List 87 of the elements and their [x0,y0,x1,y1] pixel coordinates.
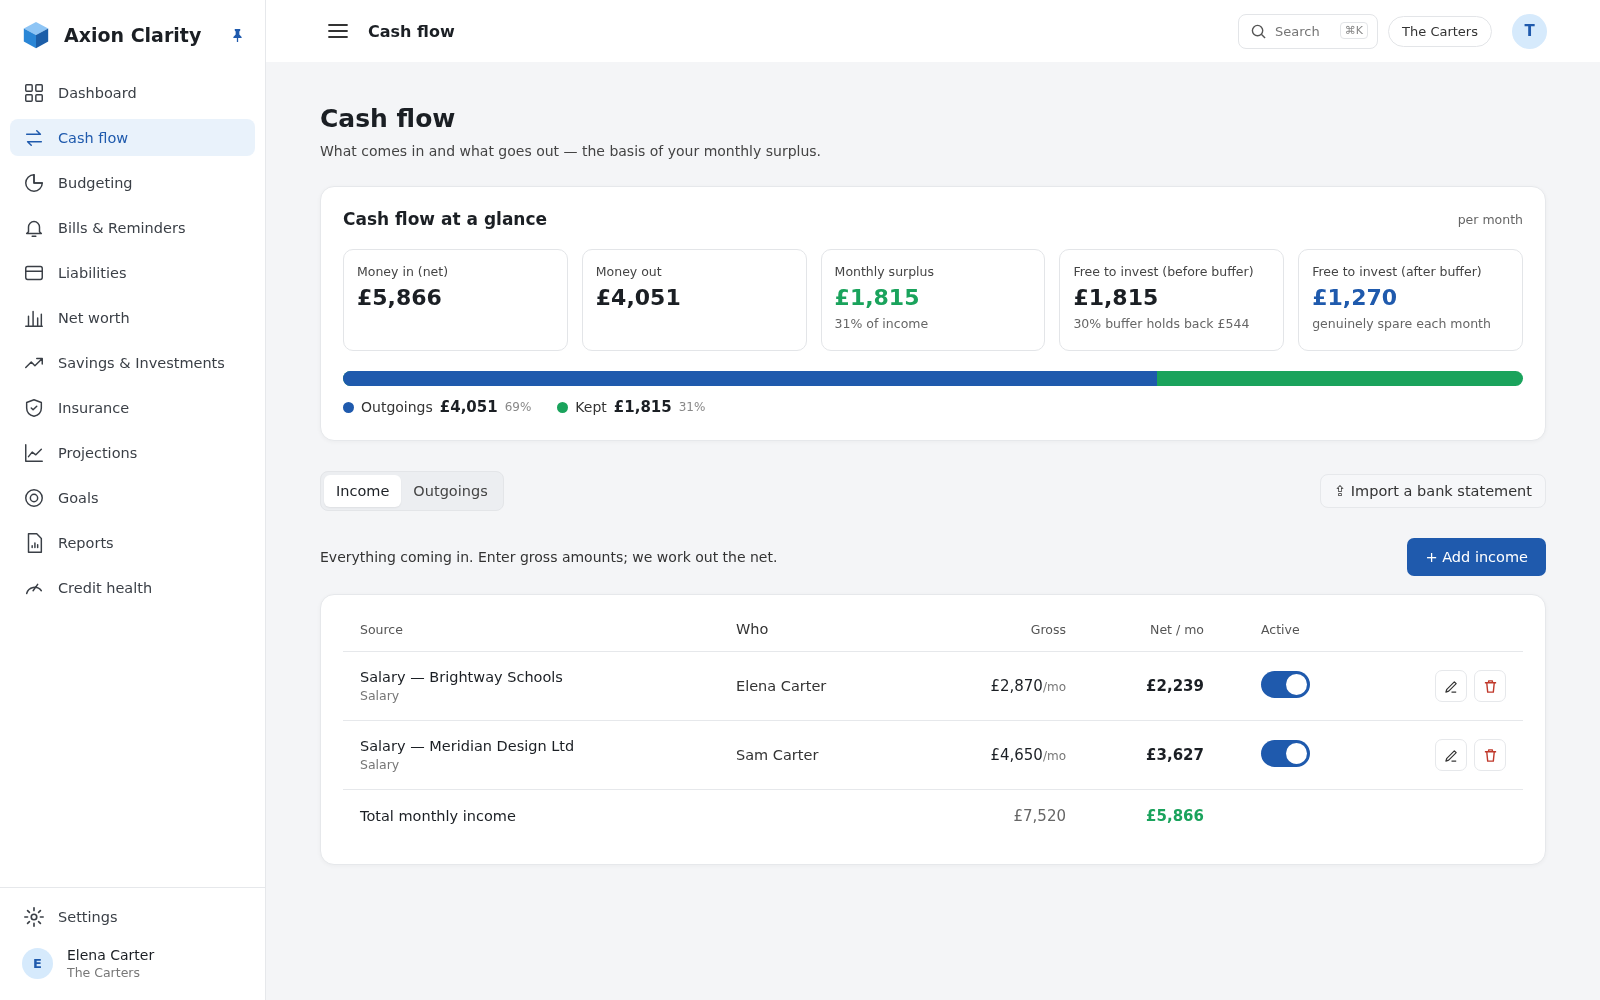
menu-icon[interactable] [328,23,348,39]
sidebar-item[interactable]: Reports [10,524,255,561]
grid-icon [23,81,45,104]
total-gross: £7,520 [1012,807,1066,825]
import-button[interactable]: ⇪ Import a bank statement [1320,474,1546,508]
sidebar-item[interactable]: Goals [10,479,255,516]
stat-note: 31% of income [834,316,930,331]
legend-label: Kept [575,399,607,415]
edit-button[interactable] [1435,670,1467,702]
pencil-icon [1443,747,1459,763]
source-type: Salary [360,688,400,703]
pie-chart-icon [23,171,45,194]
sidebar-item[interactable]: Budgeting [10,164,255,201]
net-amount: £2,239 [1145,677,1204,695]
sidebar-item[interactable]: Projections [10,434,255,471]
tab[interactable]: Income [324,475,402,507]
total-label: Total monthly income [360,808,517,824]
column-header: Source [360,621,404,637]
gross-amount: £4,650/mo [989,746,1066,764]
sidebar-item[interactable]: Liabilities [10,254,255,291]
sidebar-item[interactable]: Credit health [10,569,255,606]
column-header: Active [1260,621,1301,637]
stat-value: £1,815 [1073,285,1160,310]
household-name: The Carters [67,965,141,980]
gross-amount: £2,870/mo [989,677,1066,695]
stat-value: £5,866 [357,285,443,310]
page-subtitle: What comes in and what goes out — the basis of your monthly surplus. [320,143,823,159]
search-icon [1251,23,1267,39]
trash-icon [1482,678,1498,694]
active-toggle[interactable] [1261,739,1310,767]
legend-label: Outgoings [361,399,433,415]
column-header: Net / mo [1149,621,1204,637]
sidebar-item[interactable]: Savings & Investments [10,344,255,381]
column-header: Gross [1029,621,1066,637]
hint-text: Everything coming in. Enter gross amounts; we work out the net. [320,549,778,565]
edit-button[interactable] [1435,739,1467,771]
target-icon [23,486,45,509]
pin-icon[interactable] [232,28,243,42]
pencil-icon [1443,678,1459,694]
legend-share: 31% [678,400,706,414]
user-name: Elena Carter [67,947,155,963]
stat-label: Money out [595,264,663,279]
source-name: Salary — Brightway Schools [360,669,563,685]
period-label: per month [1457,211,1523,227]
page-title: Cash flow [320,104,457,133]
sidebar-item[interactable]: Dashboard [10,74,255,111]
stat-label: Free to invest (after buffer) [1312,264,1483,279]
stat-label: Monthly surplus [834,264,936,279]
net-amount: £3,627 [1145,746,1204,764]
delete-button[interactable] [1474,670,1506,702]
shield-icon [23,396,45,419]
cube-logo-icon [21,20,51,50]
page-heading: Cash flow [368,21,455,41]
column-header: Who [736,621,770,637]
table-cell-text: Sam Carter [736,747,820,763]
sidebar-item[interactable]: Insurance [10,389,255,426]
settings-item[interactable]: Settings [10,898,255,935]
user-avatar[interactable]: E [22,948,53,979]
total-net: £5,866 [1145,807,1204,825]
household-button[interactable]: The Carters [1388,15,1492,47]
stat-label: Money in (net) [357,264,450,279]
stat-label: Free to invest (before buffer) [1073,264,1255,279]
stat-note: genuinely spare each month [1312,316,1492,331]
app-name: Axion Clarity [64,24,203,46]
add-income-button[interactable]: + Add income [1407,538,1546,576]
source-name: Salary — Meridian Design Ltd [360,738,575,754]
stat-value: £1,270 [1312,285,1399,310]
legend-share: 69% [504,400,532,414]
delete-button[interactable] [1474,739,1506,771]
sidebar-item[interactable]: Bills & Reminders [10,209,255,246]
table-cell-text: Elena Carter [736,678,828,694]
shortcut-key: ⌘K [1339,21,1369,39]
trash-icon [1482,747,1498,763]
legend-amount: £4,051 [439,398,498,416]
stat-value: £4,051 [595,285,682,310]
sidebar-item[interactable]: Net worth [10,299,255,336]
legend-amount: £1,815 [613,398,672,416]
sidebar-item[interactable]: Cash flow [10,119,255,156]
active-toggle[interactable] [1261,670,1310,698]
stat-note: 30% buffer holds back £544 [1073,316,1251,331]
card-title: Cash flow at a glance [343,209,548,229]
user-avatar[interactable]: T [1512,13,1547,49]
stat-value: £1,815 [834,285,921,310]
tab[interactable]: Outgoings [401,475,500,507]
source-type: Salary [360,757,400,772]
line-chart-icon [23,441,45,464]
settings-icon [23,905,45,928]
